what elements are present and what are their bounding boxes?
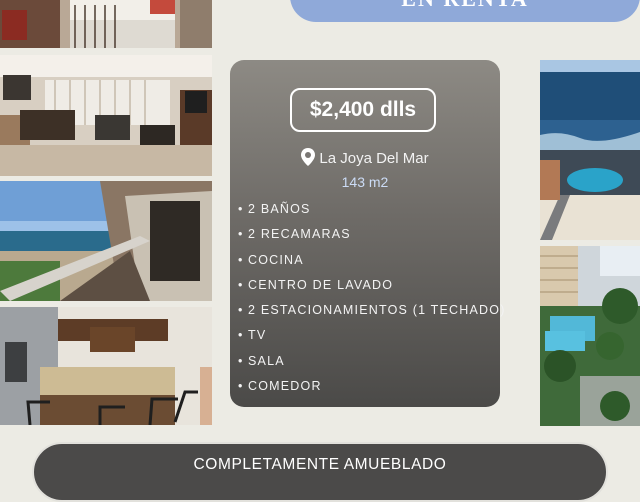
furnished-label: COMPLETAMENTE AMUEBLADO — [193, 456, 447, 473]
feature-item: • 2 RECAMARAS — [238, 227, 351, 242]
price-badge: $2,400 dlls — [290, 88, 436, 132]
feature-item: • 2 ESTACIONAMIENTOS (1 TECHADO) — [238, 303, 506, 318]
feature-list: • 2 BAÑOS • 2 RECAMARAS • COCINA • CENTRO DE… — [238, 200, 506, 402]
furnished-banner: COMPLETAMENTE AMUEBLADO — [32, 442, 608, 502]
feature-item: • SALA — [238, 353, 285, 368]
photo-balcony — [0, 181, 212, 301]
map-pin-icon — [301, 148, 316, 170]
feature-item: • COCINA — [238, 252, 304, 267]
feature-item: • 2 BAÑOS — [238, 202, 311, 216]
area-label: 143 m2 — [341, 174, 389, 190]
location-label: La Joya Del Mar — [319, 150, 429, 167]
photo-ocean-view — [540, 60, 640, 240]
banner-title: EN RENTA — [290, 0, 640, 12]
photo-living-room — [0, 55, 212, 176]
photo-kitchen — [0, 307, 212, 425]
feature-item: • TV — [238, 328, 267, 343]
photo-bedroom — [0, 0, 212, 48]
location: La Joya Del Mar — [230, 148, 500, 170]
info-card: $2,400 dlls La Joya Del Mar 143 m2 • 2 BA… — [230, 60, 504, 407]
feature-item: • CENTRO DE LAVADO — [238, 277, 394, 292]
feature-item: • COMEDOR — [238, 379, 322, 394]
title-banner: EN RENTA — [290, 0, 640, 22]
photo-pool-aerial — [540, 246, 640, 426]
